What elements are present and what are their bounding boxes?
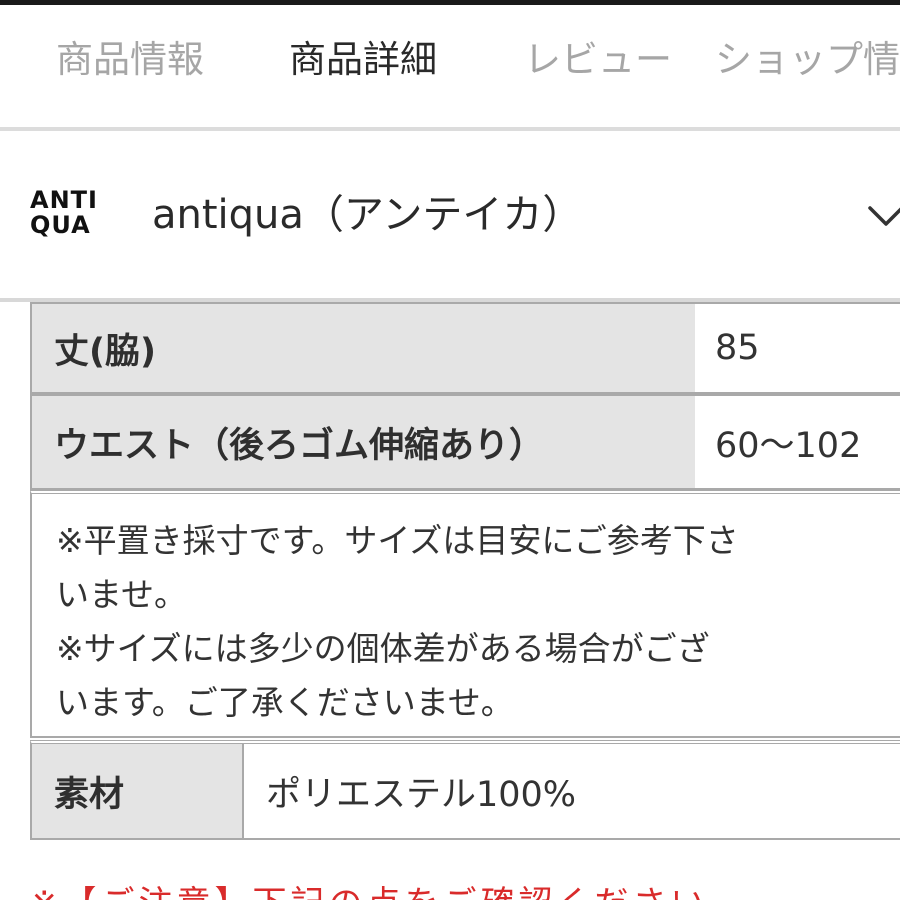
size-note-line: いませ。 xyxy=(56,575,188,614)
brand-logo: ANTI QUA xyxy=(30,188,102,238)
brand-logo-line1: ANTI xyxy=(30,186,98,214)
spec-value-waist: 60〜102 xyxy=(695,396,900,488)
table-row: 素材 ポリエステル100% xyxy=(30,740,900,840)
brand-logo-line2: QUA xyxy=(30,211,91,239)
spec-value-material: ポリエステル100% xyxy=(244,744,900,838)
spec-label-length: 丈(脇) xyxy=(32,304,697,392)
tab-shop-info[interactable]: ショップ情 xyxy=(715,35,900,85)
size-note-line: ※サイズには多少の個体差がある場合がござ xyxy=(56,629,710,668)
brand-row[interactable]: ANTI QUA antiqua（アンテイカ） xyxy=(0,131,900,298)
tab-bar: 商品情報 商品詳細 レビュー ショップ情 xyxy=(0,5,900,127)
spec-value-length: 85 xyxy=(695,304,900,392)
page: 商品情報 商品詳細 レビュー ショップ情 ANTI QUA antiqua（アン… xyxy=(0,0,900,900)
spec-label-waist: ウエスト（後ろゴム伸縮あり） xyxy=(32,396,697,488)
footer-notice-text: ※【ご注意】下記の点をご確認ください xyxy=(30,884,709,900)
footer-notice-cutoff: ※【ご注意】下記の点をご確認ください xyxy=(30,876,900,900)
tab-reviews[interactable]: レビュー xyxy=(524,35,672,85)
chevron-down-icon[interactable] xyxy=(866,196,900,236)
table-row: 丈(脇) 85 xyxy=(30,302,900,394)
size-note: ※平置き採寸です。サイズは目安にご参考下さ いませ。 ※サイズには多少の個体差が… xyxy=(30,490,900,738)
tab-product-info[interactable]: 商品情報 xyxy=(56,35,204,85)
tab-product-details[interactable]: 商品詳細 xyxy=(289,35,437,85)
size-note-line: います。ご了承くださいませ。 xyxy=(56,683,514,722)
spec-label-material: 素材 xyxy=(32,744,244,838)
brand-name: antiqua（アンテイカ） xyxy=(152,192,583,238)
size-note-line: ※平置き採寸です。サイズは目安にご参考下さ xyxy=(56,521,739,560)
table-row: ウエスト（後ろゴム伸縮あり） 60〜102 xyxy=(30,394,900,490)
